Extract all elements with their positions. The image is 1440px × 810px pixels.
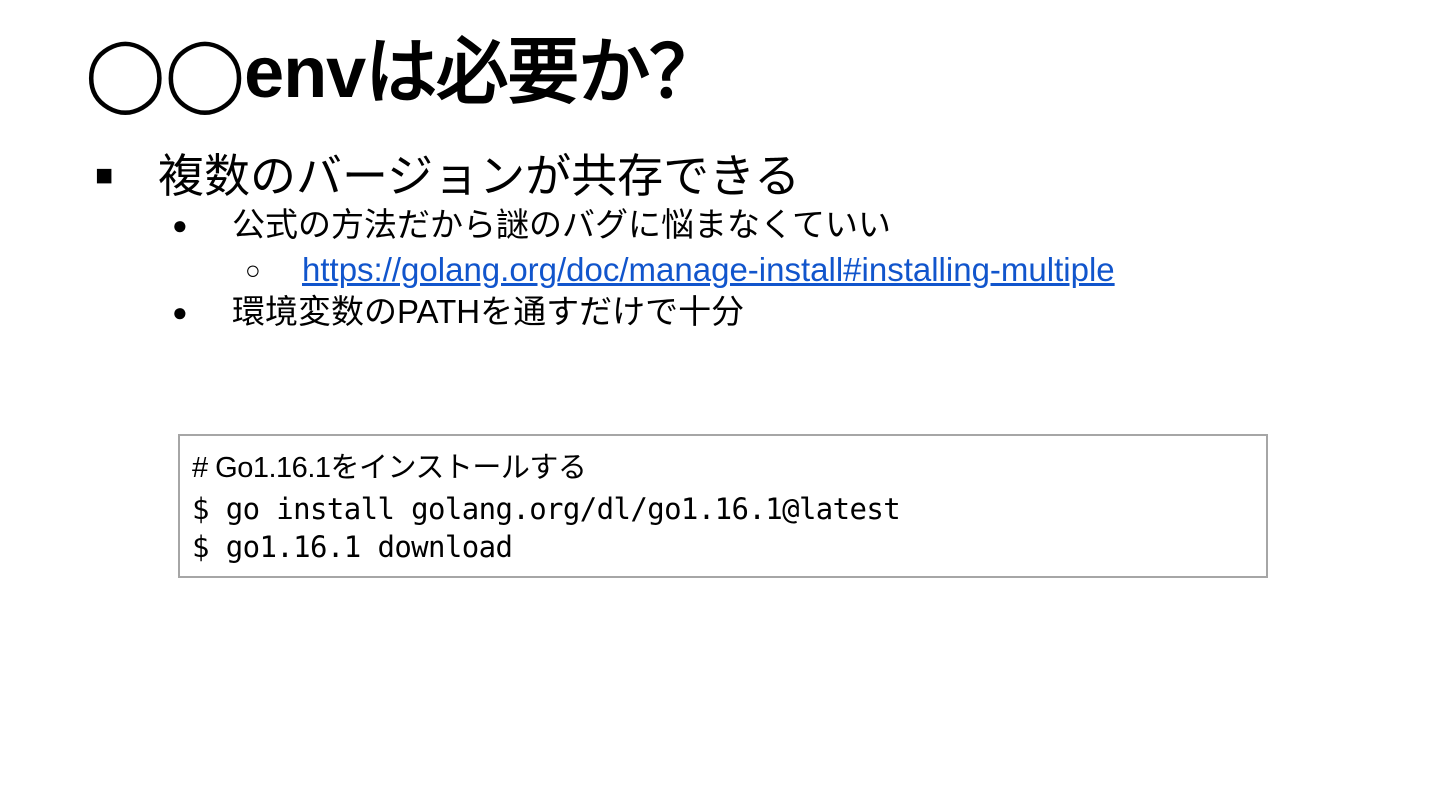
circle-bullet-icon: ○ xyxy=(245,255,261,285)
code-line: $ go install golang.org/dl/go1.16.1@late… xyxy=(192,492,901,526)
bullet-text: 公式の方法だから謎のバグに悩まなくていい xyxy=(232,206,892,243)
slide-title: ◯◯envは必要か？ xyxy=(85,33,721,113)
code-comment: # Go1.16.1をインストールする xyxy=(192,452,587,484)
bullet-text: 複数のバージョンが共存できる xyxy=(158,150,801,202)
disc-bullet-icon: ● xyxy=(172,297,188,327)
disc-bullet-icon: ● xyxy=(172,210,188,240)
square-bullet-icon: ■ xyxy=(95,159,114,192)
code-line: $ go1.16.1 download xyxy=(192,530,513,564)
bullet-text: 環境変数のPATHを通すだけで十分 xyxy=(232,293,745,330)
docs-link[interactable]: https://golang.org/doc/manage-install#in… xyxy=(302,250,1115,290)
slide: ◯◯envは必要か？ ■ 複数のバージョンが共存できる ● 公式の方法だから謎の… xyxy=(0,0,1440,810)
code-block: # Go1.16.1をインストールする $ go install golang.… xyxy=(178,434,1268,578)
